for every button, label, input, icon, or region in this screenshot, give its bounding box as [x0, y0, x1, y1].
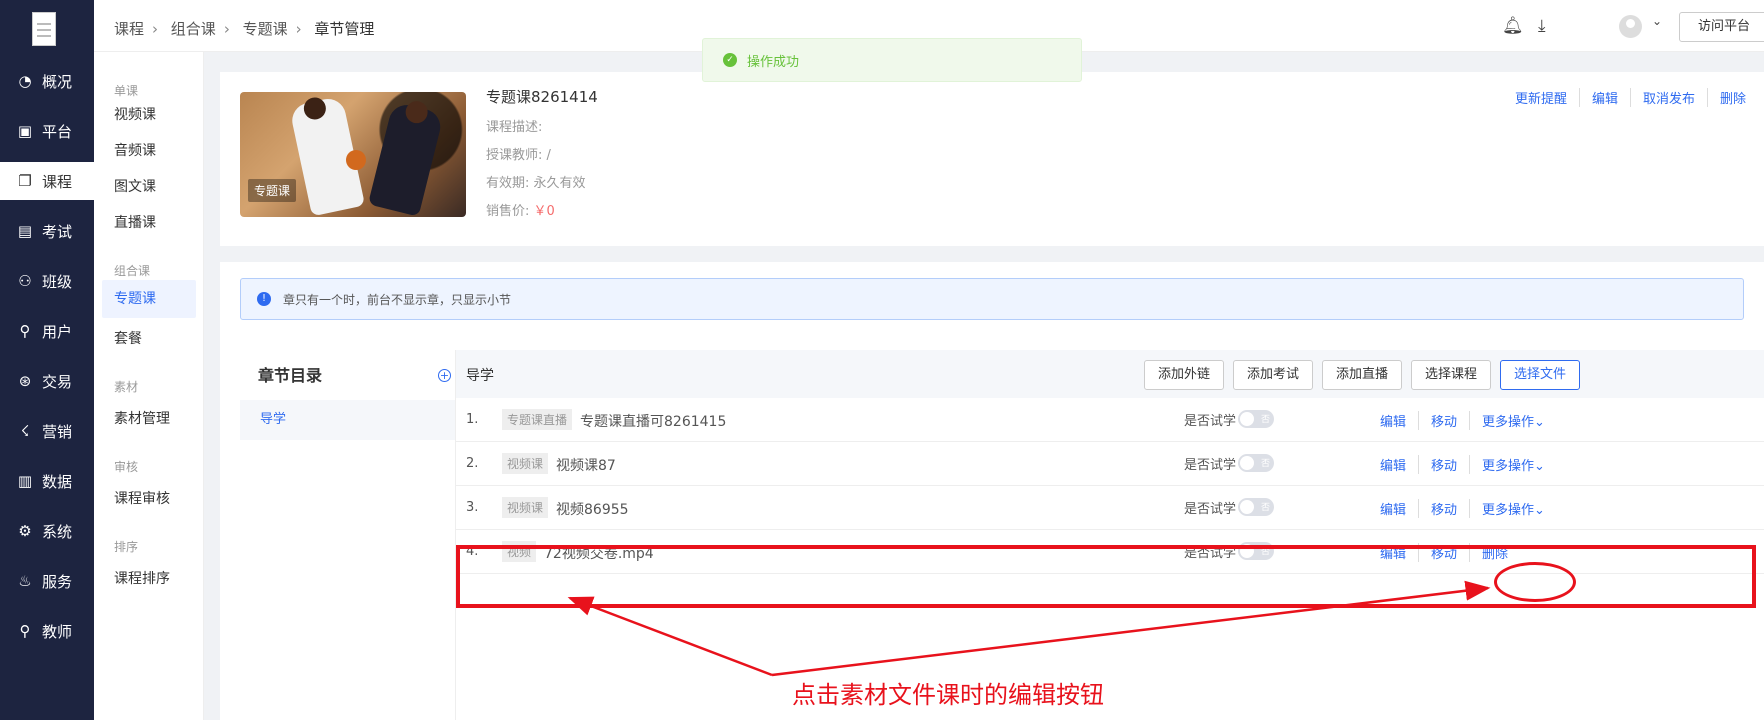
success-toast: ✓ 操作成功 — [702, 38, 1082, 82]
annotation-text: 点击素材文件课时的编辑按钮 — [792, 681, 1104, 709]
check-circle-icon: ✓ — [723, 53, 737, 67]
toast-text: 操作成功 — [747, 54, 800, 70]
annotation-arrows — [567, 580, 1491, 677]
